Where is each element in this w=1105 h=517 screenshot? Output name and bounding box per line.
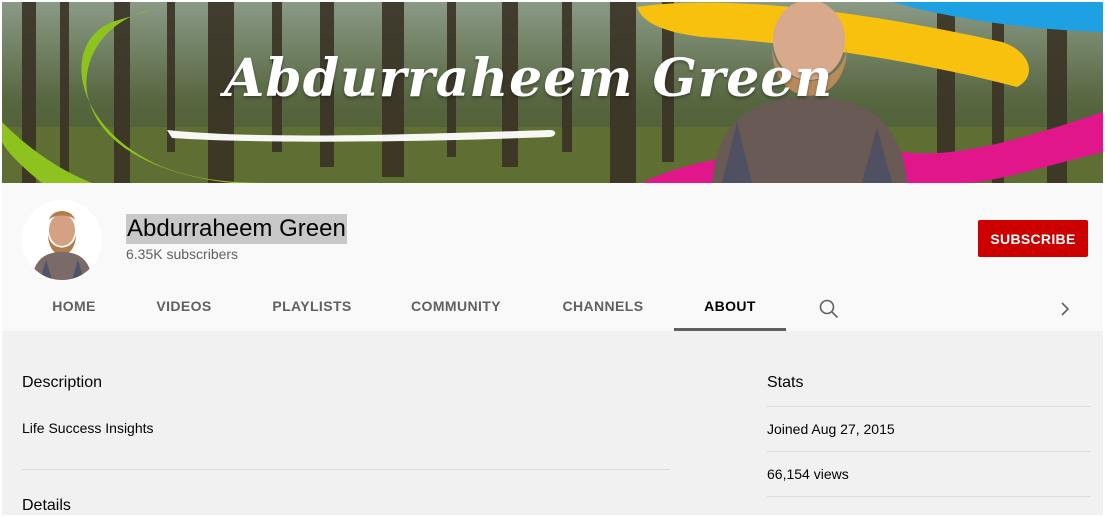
tab-channels[interactable]: CHANNELS	[544, 286, 662, 331]
subscriber-count: 6.35K subscribers	[126, 246, 239, 262]
search-icon[interactable]	[817, 297, 841, 321]
details-heading: Details	[22, 497, 71, 514]
avatar-image	[22, 200, 102, 280]
stats-divider-2	[767, 451, 1091, 452]
channel-header: Abdurraheem Green 6.35K subscribers SUBS…	[2, 183, 1103, 331]
tab-community[interactable]: COMMUNITY	[398, 286, 514, 331]
view-count: 66,154 views	[767, 466, 849, 482]
tab-videos[interactable]: VIDEOS	[142, 286, 226, 331]
channel-tabs: HOME VIDEOS PLAYLISTS COMMUNITY CHANNELS…	[2, 286, 1103, 331]
description-divider	[22, 469, 670, 470]
chevron-right-icon[interactable]	[1053, 297, 1077, 321]
tab-playlists[interactable]: PLAYLISTS	[256, 286, 368, 331]
stats-divider-3	[767, 496, 1091, 497]
joined-date: Joined Aug 27, 2015	[767, 421, 895, 437]
stats-heading: Stats	[767, 374, 804, 391]
description-text: Life Success Insights	[22, 420, 154, 436]
tab-about[interactable]: ABOUT	[674, 286, 786, 331]
tab-home[interactable]: HOME	[36, 286, 112, 331]
channel-name: Abdurraheem Green	[126, 214, 347, 244]
subscribe-button[interactable]: SUBSCRIBE	[978, 220, 1088, 257]
about-content: Description Life Success Insights Detail…	[2, 331, 1103, 515]
channel-avatar[interactable]	[22, 200, 102, 280]
channel-banner: Abdurraheem Green	[2, 2, 1103, 183]
description-heading: Description	[22, 374, 103, 391]
banner-title: Abdurraheem Green	[224, 48, 834, 109]
stats-divider-1	[767, 406, 1091, 407]
youtube-channel-page: Abdurraheem Green Abdurraheem Green 6.35…	[2, 2, 1103, 515]
